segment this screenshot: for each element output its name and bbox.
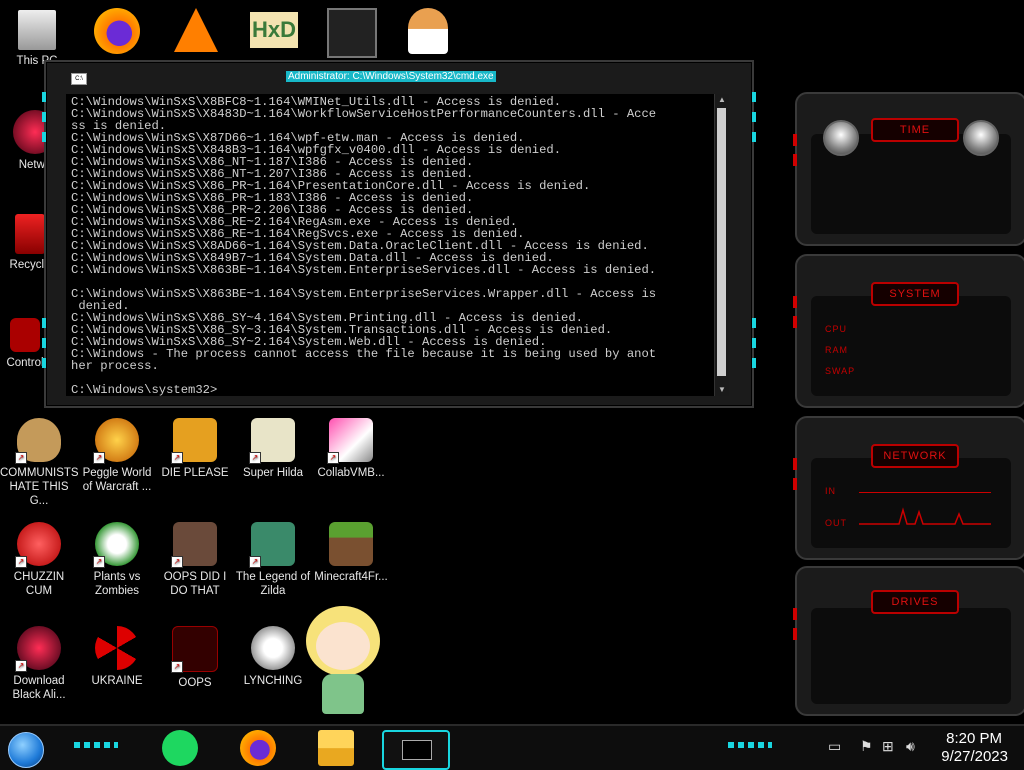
control-panel-icon xyxy=(10,318,40,352)
time-gadget: TIME xyxy=(793,92,1024,246)
recycle-bin-icon xyxy=(15,214,45,254)
money-bag-icon: ↗ xyxy=(15,418,61,464)
gear-badge-icon xyxy=(251,626,295,670)
desktop-icon-label: OOPS xyxy=(178,677,212,689)
network-gadget: NETWORK IN OUT xyxy=(793,416,1024,560)
network-status-tray-icon[interactable]: ⊞ xyxy=(882,738,894,755)
time-gadget-header: TIME xyxy=(871,118,959,142)
desktop-icon-label: Super Hilda xyxy=(242,467,304,479)
alien-head-icon xyxy=(823,120,859,156)
console-text: C:\Windows\WinSxS\X8BFC8~1.164\WMINet_Ut… xyxy=(71,95,657,396)
taskbar-deco xyxy=(728,742,772,748)
maze-app-icon[interactable] xyxy=(327,8,377,58)
taskbar-deco xyxy=(74,742,118,748)
desktop-icon-label: CHUZZIN CUM xyxy=(13,571,65,597)
network-gadget-header: NETWORK xyxy=(871,444,959,468)
drives-gadget: DRIVES xyxy=(793,566,1024,716)
cmd-window-icon: C:\ xyxy=(71,73,87,85)
portrait-icon: ↗ xyxy=(171,522,217,568)
desktop-icon-oops-did[interactable]: ↗ OOPS DID I DO THAT xyxy=(156,522,234,598)
cmd-console-output[interactable]: C:\Windows\WinSxS\X8BFC8~1.164\WMINet_Ut… xyxy=(66,94,714,396)
desktop-icon-die-please[interactable]: ↗ DIE PLEASE xyxy=(156,418,234,480)
cpu-label: CPU xyxy=(825,324,848,334)
desktop-icon-label: UKRAINE xyxy=(91,675,143,687)
collabvm-icon: ↗ xyxy=(327,418,373,464)
cartoon-character-sticker xyxy=(298,600,388,722)
desktop-icon-label: Peggle World of Warcraft ... xyxy=(82,467,152,493)
drives-gadget-header: DRIVES xyxy=(871,590,959,614)
die-please-icon: ↗ xyxy=(171,418,217,464)
system-gadget: SYSTEM CPU RAM SWAP xyxy=(793,254,1024,408)
chuzzle-icon: ↗ xyxy=(15,522,61,568)
vlc-icon[interactable] xyxy=(174,8,218,52)
desktop-icon-communists[interactable]: ↗ COMMUNISTS HATE THIS G... xyxy=(0,418,79,508)
desktop-icon-download-black[interactable]: ↗ Download Black Ali... xyxy=(0,626,78,702)
oops-icon: ↗ xyxy=(171,626,218,673)
desktop-icon-peggle[interactable]: ↗ Peggle World of Warcraft ... xyxy=(78,418,156,494)
desktop-icon-ukraine[interactable]: UKRAINE xyxy=(78,626,156,688)
network-in-label: IN xyxy=(825,486,836,496)
alien-head-icon xyxy=(963,120,999,156)
desktop-icon-label: COMMUNISTS HATE THIS G... xyxy=(0,467,79,507)
network-out-label: OUT xyxy=(825,518,847,528)
cmd-window-title: Administrator: C:\Windows\System32\cmd.e… xyxy=(286,71,496,82)
desktop-icon-label: Download Black Ali... xyxy=(12,675,66,701)
scrollbar-thumb[interactable] xyxy=(717,108,726,376)
desktop-icon-super-hilda[interactable]: ↗ Super Hilda xyxy=(234,418,312,480)
taskbar: ▭ ⚑ ⊞ 🔊︎ 8:20 PM 9/27/2023 xyxy=(0,724,1024,770)
desktop-icon-label: DIE PLEASE xyxy=(161,467,229,479)
clock-date[interactable]: 9/27/2023 xyxy=(941,748,1008,765)
hxd-icon[interactable]: HxD xyxy=(250,12,298,48)
ram-label: RAM xyxy=(825,345,848,355)
network-out-graph xyxy=(859,507,991,525)
file-explorer-icon[interactable] xyxy=(318,730,354,766)
network-tray-icon[interactable]: ▭ xyxy=(828,738,841,755)
network-in-graph xyxy=(859,488,991,493)
desktop-icon-minecraft[interactable]: Minecraft4Fr... xyxy=(312,522,390,584)
desktop-icon-chuzzin[interactable]: ↗ CHUZZIN CUM xyxy=(0,522,78,598)
firefox-top-icon[interactable] xyxy=(94,8,140,54)
spotify-icon[interactable] xyxy=(162,730,198,766)
desktop-icon-collabvm[interactable]: ↗ CollabVMB... xyxy=(312,418,390,480)
desktop-icon-zilda[interactable]: ↗ The Legend of Zilda xyxy=(234,522,312,598)
minecraft-grass-block-icon xyxy=(329,522,373,566)
volume-tray-icon[interactable]: 🔊︎ xyxy=(906,738,915,755)
alienware-icon: ↗ xyxy=(15,626,61,672)
cmd-icon[interactable] xyxy=(382,730,450,770)
cmd-scrollbar[interactable]: ▲ ▼ xyxy=(714,94,729,396)
scroll-down-arrow-icon[interactable]: ▼ xyxy=(715,384,729,396)
desktop-icon-label: Minecraft4Fr... xyxy=(314,571,388,583)
desktop-icon-label: The Legend of Zilda xyxy=(235,571,311,597)
scroll-up-arrow-icon[interactable]: ▲ xyxy=(715,94,729,106)
super-hilda-icon: ↗ xyxy=(249,418,295,464)
zilda-icon: ↗ xyxy=(249,522,295,568)
computer-icon xyxy=(18,10,56,50)
desktop-icon-label: OOPS DID I DO THAT xyxy=(163,571,227,597)
radiation-icon xyxy=(95,626,139,670)
firefox-icon[interactable] xyxy=(240,730,276,766)
plants-vs-zombies-icon: ↗ xyxy=(93,522,139,568)
clock-time[interactable]: 8:20 PM xyxy=(946,730,1002,747)
desktop-icon-oops[interactable]: ↗ OOPS xyxy=(156,626,234,690)
desktop-icon-label: Plants vs Zombies xyxy=(93,571,141,597)
peggle-icon: ↗ xyxy=(93,418,139,464)
doctor-avatar-icon[interactable] xyxy=(408,8,448,54)
start-orb-button[interactable] xyxy=(8,732,44,768)
swap-label: SWAP xyxy=(825,366,856,376)
desktop-icon-plants[interactable]: ↗ Plants vs Zombies xyxy=(78,522,156,598)
desktop-icon-label: CollabVMB... xyxy=(317,467,385,479)
cmd-window[interactable]: C:\ Administrator: C:\Windows\System32\c… xyxy=(42,60,756,408)
system-gadget-header: SYSTEM xyxy=(871,282,959,306)
flag-tray-icon[interactable]: ⚑ xyxy=(860,738,873,755)
